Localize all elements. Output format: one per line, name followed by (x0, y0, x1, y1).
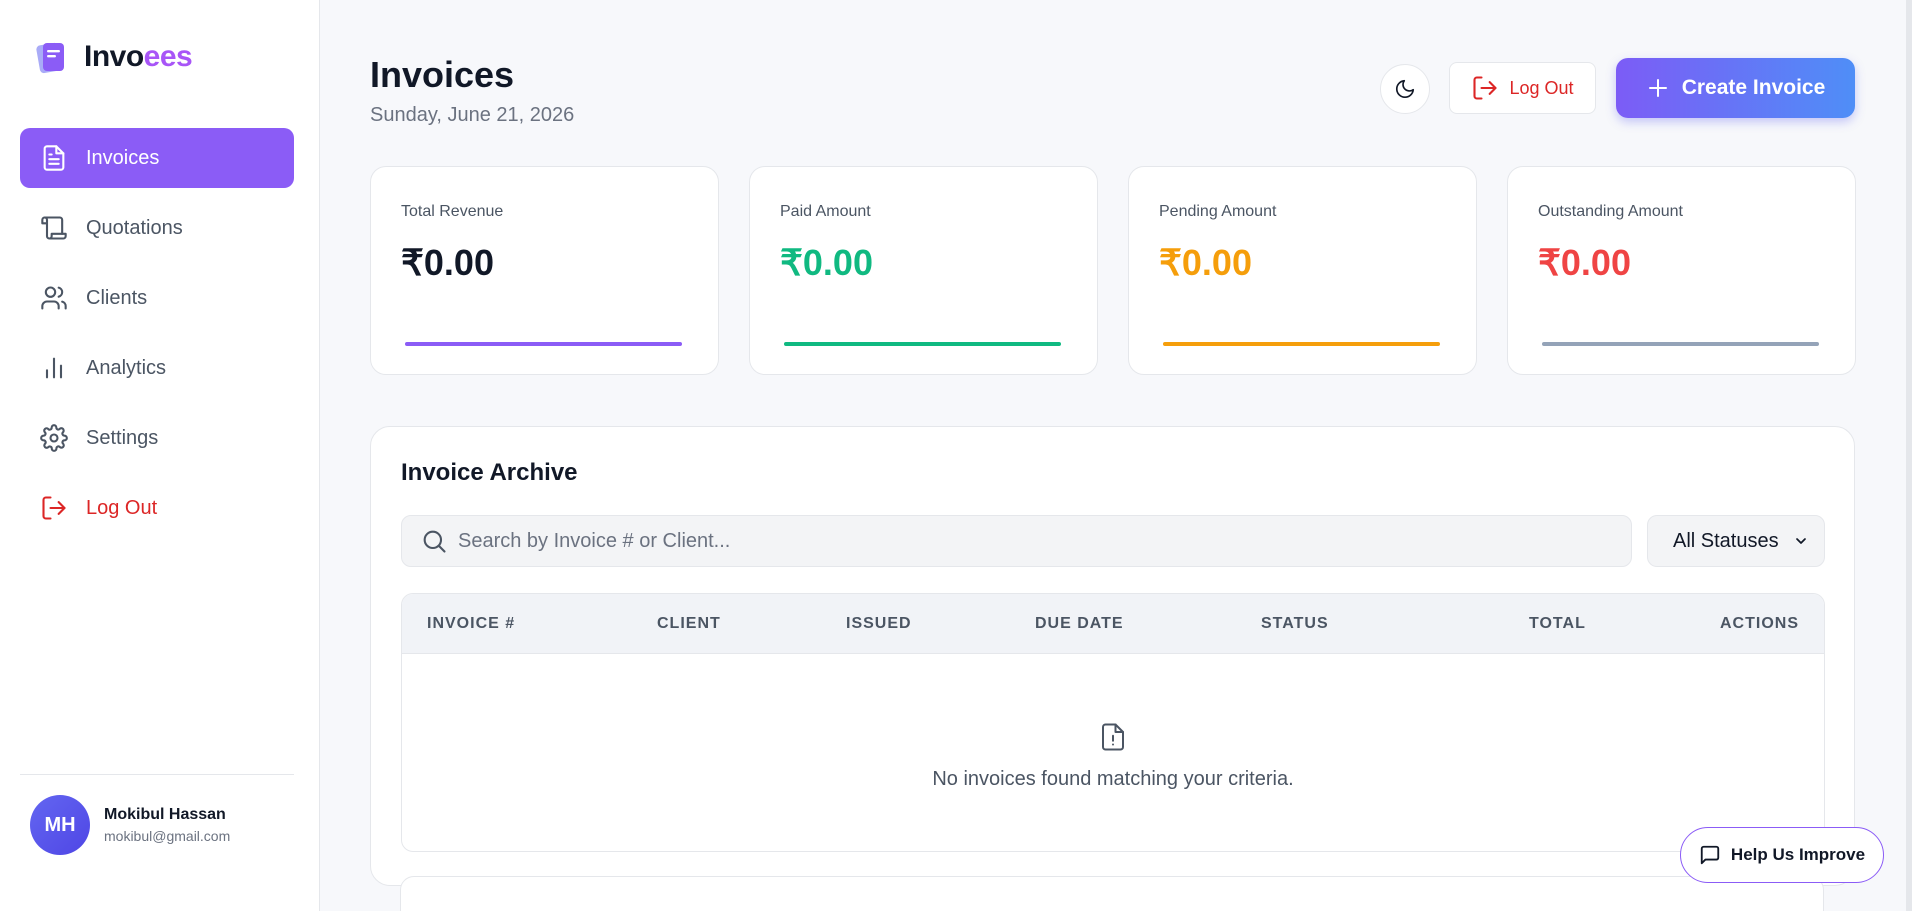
invoice-table: INVOICE # CLIENT ISSUED DUE DATE STATUS … (401, 593, 1825, 852)
column-header-issued[interactable]: ISSUED (846, 615, 912, 633)
help-label: Help Us Improve (1730, 845, 1866, 864)
create-invoice-button[interactable]: Create Invoice (1616, 58, 1855, 118)
gear-icon (40, 424, 68, 452)
brand-logo-icon (36, 40, 66, 74)
plus-icon (1648, 79, 1667, 97)
scrollbar[interactable] (1906, 0, 1912, 911)
column-header-due-date[interactable]: DUE DATE (1035, 615, 1124, 633)
empty-message: No invoices found matching your criteria… (932, 768, 1294, 790)
stat-card-outstanding-amount: Outstanding Amount ₹0.00 (1507, 166, 1856, 375)
logout-icon (42, 496, 66, 520)
sidebar-item-label: Clients (86, 286, 148, 309)
sidebar-item-invoices[interactable]: Invoices (20, 128, 294, 188)
status-filter-value: All Statuses (1673, 529, 1779, 552)
header-logout-button[interactable]: Log Out (1449, 62, 1596, 114)
next-section-card (400, 876, 1824, 911)
sidebar-item-label: Settings (86, 426, 159, 449)
page-title: Invoices (370, 54, 515, 95)
user-profile[interactable]: MH Mokibul Hassan mokibul@gmail.com (30, 795, 230, 855)
create-invoice-label: Create Invoice (1681, 76, 1826, 99)
help-us-improve-button[interactable]: Help Us Improve (1680, 827, 1884, 883)
sidebar-item-label: Analytics (86, 356, 167, 379)
stat-bar (1163, 342, 1440, 346)
stat-value: ₹0.00 (780, 242, 873, 283)
sidebar-item-label: Invoices (86, 146, 160, 169)
user-email: mokibul@gmail.com (104, 828, 231, 844)
column-header-total[interactable]: TOTAL (1529, 615, 1586, 633)
stat-value: ₹0.00 (1538, 242, 1631, 283)
stat-bar (784, 342, 1061, 346)
sidebar-divider (20, 774, 294, 775)
stat-card-total-revenue: Total Revenue ₹0.00 (370, 166, 719, 375)
empty-state: No invoices found matching your criteria… (402, 654, 1824, 851)
sidebar-nav: Invoices Quotations Clients Analytics Se… (20, 128, 294, 548)
status-filter-select[interactable]: All Statuses (1647, 515, 1825, 567)
chevron-down-icon (1795, 538, 1806, 544)
sidebar-item-label: Log Out (86, 496, 158, 519)
sidebar-item-label: Quotations (86, 216, 183, 239)
stat-value: ₹0.00 (401, 242, 494, 283)
sidebar-item-quotations[interactable]: Quotations (20, 198, 294, 258)
column-header-actions: ACTIONS (1720, 615, 1799, 632)
file-text-icon (43, 145, 65, 171)
stat-label: Total Revenue (401, 203, 504, 220)
page-date: Sunday, June 21, 2026 (370, 104, 575, 126)
users-icon (41, 286, 67, 310)
search-icon (423, 530, 446, 553)
sidebar-item-logout[interactable]: Log Out (20, 478, 294, 538)
stat-card-paid-amount: Paid Amount ₹0.00 (749, 166, 1098, 375)
logout-label: Log Out (1509, 77, 1574, 98)
stat-value: ₹0.00 (1159, 242, 1252, 283)
bar-chart-icon (45, 357, 63, 379)
sidebar-item-analytics[interactable]: Analytics (20, 338, 294, 398)
brand-name: Invoees (84, 40, 193, 73)
stat-bar (405, 342, 682, 346)
search-input[interactable] (458, 529, 1558, 553)
avatar: MH (30, 795, 90, 855)
sidebar: Invoees Invoices Quotations Clients Anal… (0, 0, 320, 911)
file-alert-icon (1102, 723, 1124, 751)
search-box[interactable] (401, 515, 1632, 567)
sidebar-item-clients[interactable]: Clients (20, 268, 294, 328)
invoice-archive-card: Invoice Archive All Statuses INVOICE # C… (370, 426, 1855, 886)
stat-bar (1542, 342, 1819, 346)
archive-title: Invoice Archive (401, 459, 578, 486)
column-header-client[interactable]: CLIENT (657, 615, 721, 633)
sidebar-item-settings[interactable]: Settings (20, 408, 294, 468)
stat-label: Pending Amount (1159, 203, 1277, 220)
column-header-invoice[interactable]: INVOICE # (427, 615, 515, 633)
brand[interactable]: Invoees (36, 40, 193, 74)
message-square-icon (1700, 845, 1720, 865)
scroll-icon (41, 216, 67, 240)
table-header: INVOICE # CLIENT ISSUED DUE DATE STATUS … (402, 594, 1824, 654)
logout-icon (1473, 76, 1498, 100)
stat-label: Paid Amount (780, 203, 871, 220)
stat-card-pending-amount: Pending Amount ₹0.00 (1128, 166, 1477, 375)
column-header-status[interactable]: STATUS (1261, 615, 1329, 633)
stat-label: Outstanding Amount (1538, 203, 1683, 220)
user-name: Mokibul Hassan (104, 806, 226, 823)
theme-toggle-button[interactable] (1380, 64, 1430, 114)
moon-icon (1395, 79, 1415, 99)
